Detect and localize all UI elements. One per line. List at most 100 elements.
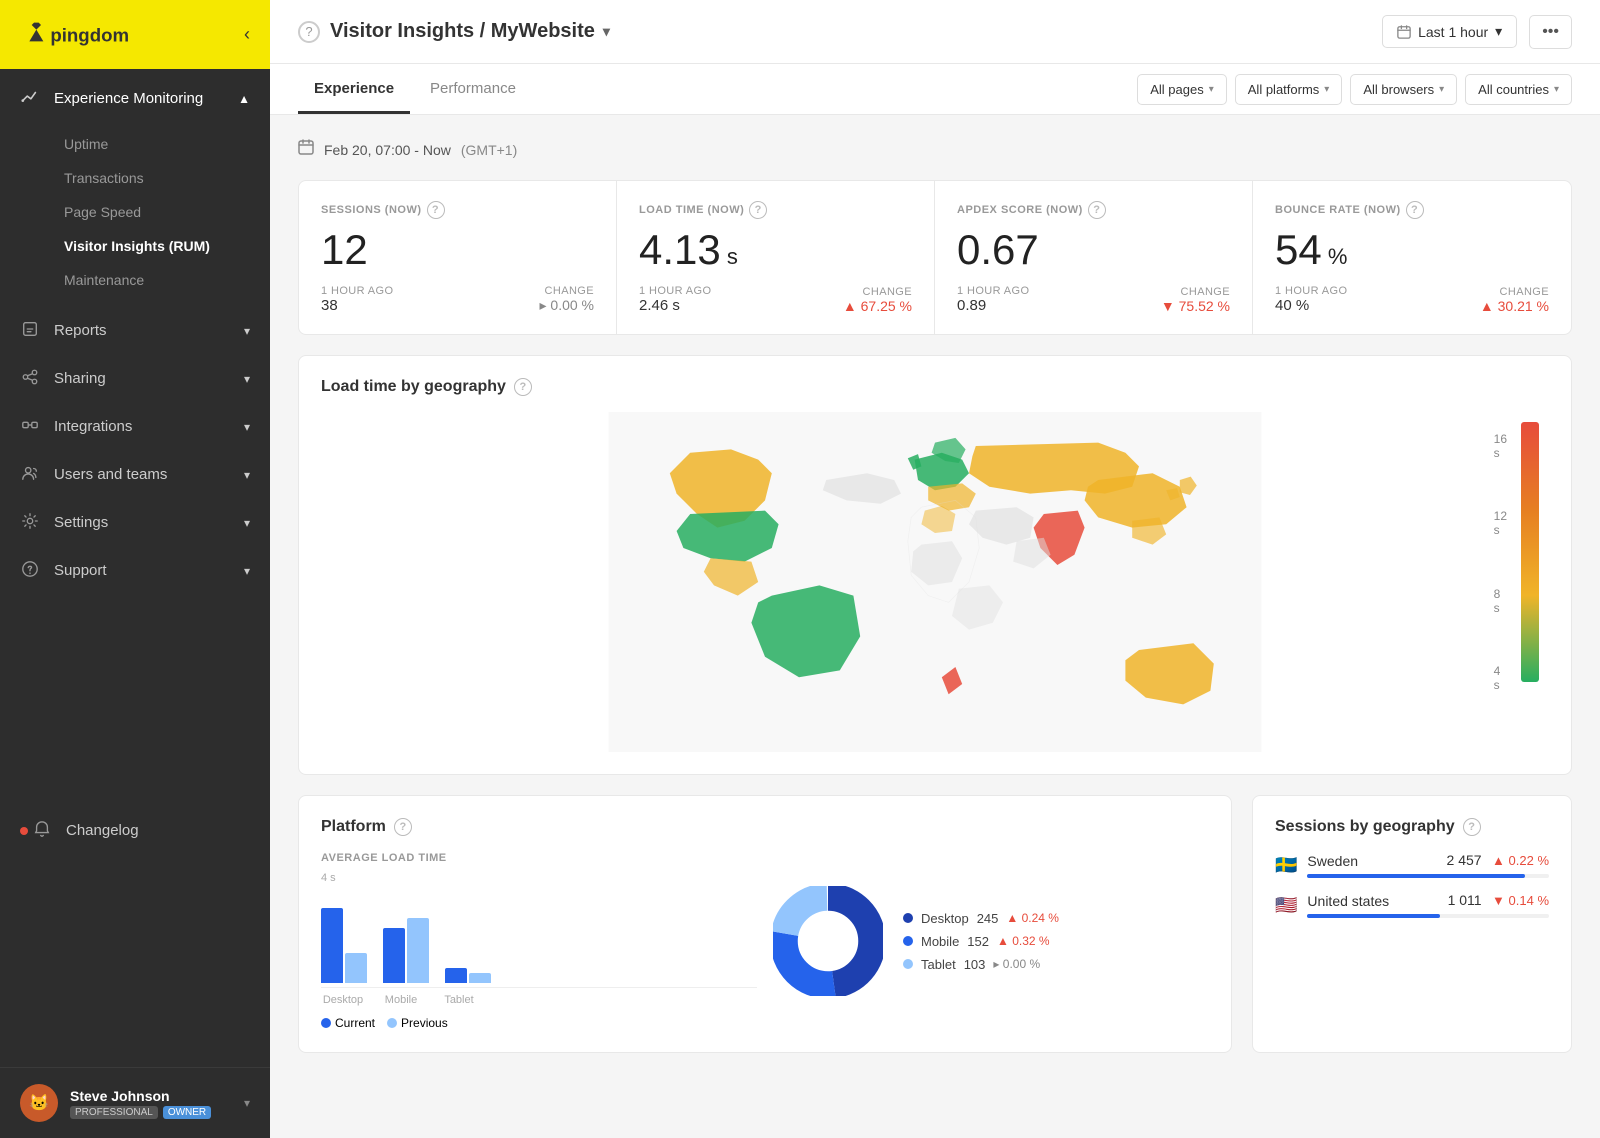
main-content: ? Visitor Insights / MyWebsite ▾ Last 1 …: [270, 0, 1600, 1138]
sessions-bar-usa: [1307, 914, 1549, 918]
bar-desktop-light: [345, 953, 367, 983]
pingdom-logo: pingdom: [20, 18, 160, 51]
pie-item-desktop: Desktop 245 ▲ 0.24 %: [903, 911, 1059, 926]
owner-badge: OWNER: [163, 1106, 211, 1119]
sidebar-item-users-teams[interactable]: Users and teams ▾: [0, 451, 270, 499]
help-icon[interactable]: ?: [298, 21, 320, 43]
sidebar-item-sharing[interactable]: Sharing ▾: [0, 355, 270, 403]
sidebar-item-uptime[interactable]: Uptime: [54, 127, 270, 161]
map-legend: 16 s 12 s 8 s 4 s: [1521, 422, 1539, 682]
more-options-button[interactable]: •••: [1529, 15, 1572, 49]
world-map-svg: [321, 412, 1549, 752]
pie-item-mobile: Mobile 152 ▲ 0.32 %: [903, 934, 1059, 949]
metric-change-sessions: ▸ 0.00 %: [539, 297, 594, 314]
sidebar-item-label: Integrations: [54, 418, 244, 435]
metric-info-icon[interactable]: ?: [1088, 201, 1106, 219]
metric-change-load-time: ▲ 67.25 %: [843, 298, 912, 314]
top-bar-left: ? Visitor Insights / MyWebsite ▾: [298, 20, 610, 43]
legend-dot-current: [321, 1018, 331, 1028]
sessions-count-sweden: 2 457: [1447, 852, 1482, 868]
pie-legend: Desktop 245 ▲ 0.24 % Mobile 152 ▲ 0.32 %: [903, 911, 1059, 972]
sidebar-item-label: Reports: [54, 322, 244, 339]
main-scrollable: Feb 20, 07:00 - Now (GMT+1) SESSIONS (NO…: [270, 115, 1600, 1138]
pie-dot-tablet: [903, 959, 913, 969]
sidebar-item-transactions[interactable]: Transactions: [54, 161, 270, 195]
bar-group-tablet: [445, 968, 491, 983]
platform-charts: AVERAGE LOAD TIME 4 s: [321, 852, 1209, 1030]
user-menu-arrow[interactable]: ▾: [244, 1096, 250, 1110]
metric-info-icon[interactable]: ?: [749, 201, 767, 219]
bar-group-mobile: [383, 918, 429, 983]
chevron-down-icon: ▾: [244, 468, 250, 482]
metric-value-apdex: 0.67: [957, 229, 1230, 271]
time-picker-label: Last 1 hour: [1418, 24, 1488, 40]
pie-change-desktop: ▲ 0.24 %: [1006, 911, 1059, 925]
metric-value-sessions: 12: [321, 229, 594, 271]
support-icon: [20, 560, 40, 582]
tab-experience[interactable]: Experience: [298, 64, 410, 114]
bar-chart: [321, 888, 757, 988]
pie-label-tablet: Tablet: [921, 957, 956, 972]
sidebar-item-visitor-insights[interactable]: Visitor Insights (RUM): [54, 229, 270, 263]
experience-monitoring-section: Experience Monitoring ▲ Uptime Transacti…: [0, 69, 270, 307]
pie-dot-desktop: [903, 913, 913, 923]
metric-card-sessions: SESSIONS (NOW) ? 12 1 HOUR AGO 38 CHANGE…: [299, 181, 617, 334]
pie-chart-svg: [773, 886, 883, 996]
pie-val-tablet: 103: [964, 957, 986, 972]
user-role: PROFESSIONAL OWNER: [70, 1106, 211, 1119]
sidebar-collapse-button[interactable]: ‹: [244, 24, 250, 45]
sessions-change-sweden: ▲ 0.22 %: [1492, 853, 1549, 868]
platform-info-icon[interactable]: ?: [394, 818, 412, 836]
platform-card: Platform ? AVERAGE LOAD TIME 4 s: [298, 795, 1232, 1053]
sidebar-item-changelog[interactable]: Changelog: [0, 807, 270, 855]
bar-group-desktop: [321, 908, 367, 983]
metric-cards: SESSIONS (NOW) ? 12 1 HOUR AGO 38 CHANGE…: [298, 180, 1572, 335]
flag-usa: 🇺🇸: [1275, 895, 1297, 916]
integrations-icon: [20, 416, 40, 438]
filter-all-platforms[interactable]: All platforms ▾: [1235, 74, 1343, 105]
filter-all-pages[interactable]: All pages ▾: [1137, 74, 1227, 105]
filter-all-countries[interactable]: All countries ▾: [1465, 74, 1572, 105]
sessions-country-sweden: Sweden: [1307, 853, 1446, 869]
sidebar-item-label: Settings: [54, 514, 244, 531]
sidebar-item-maintenance[interactable]: Maintenance: [54, 263, 270, 297]
sidebar-item-reports[interactable]: Reports ▾: [0, 307, 270, 355]
sessions-list: 🇸🇪 Sweden 2 457 ▲ 0.22 %: [1275, 852, 1549, 918]
svg-text:pingdom: pingdom: [50, 24, 129, 45]
tab-performance[interactable]: Performance: [414, 64, 532, 114]
pie-item-tablet: Tablet 103 ▸ 0.00 %: [903, 957, 1059, 972]
time-picker-button[interactable]: Last 1 hour ▾: [1382, 15, 1517, 48]
sessions-count-usa: 1 011: [1448, 892, 1482, 908]
tab-bar: Experience Performance All pages ▾ All p…: [270, 64, 1600, 115]
sessions-item-sweden: 🇸🇪 Sweden 2 457 ▲ 0.22 %: [1275, 852, 1549, 878]
sidebar: pingdom ‹ Experience Monitoring ▲ Uptime…: [0, 0, 270, 1138]
metric-footer-bounce-rate: 1 HOUR AGO 40 % CHANGE ▲ 30.21 %: [1275, 285, 1549, 314]
pro-badge: PROFESSIONAL: [70, 1106, 158, 1119]
filter-all-browsers[interactable]: All browsers ▾: [1350, 74, 1457, 105]
platform-title: Platform ?: [321, 818, 1209, 836]
page-title-dropdown[interactable]: ▾: [603, 23, 610, 40]
metric-value-load-time: 4.13 s: [639, 229, 912, 271]
bar-legend: Current Previous: [321, 1016, 757, 1030]
sidebar-item-experience-monitoring[interactable]: Experience Monitoring ▲: [0, 75, 270, 123]
sidebar-item-integrations[interactable]: Integrations ▾: [0, 403, 270, 451]
reports-icon: [20, 320, 40, 342]
metric-card-bounce-rate: BOUNCE RATE (NOW) ? 54 % 1 HOUR AGO 40 %…: [1253, 181, 1571, 334]
sessions-info-icon[interactable]: ?: [1463, 818, 1481, 836]
sidebar-item-settings[interactable]: Settings ▾: [0, 499, 270, 547]
bell-icon: [32, 820, 52, 842]
metric-info-icon[interactable]: ?: [427, 201, 445, 219]
sidebar-item-page-speed[interactable]: Page Speed: [54, 195, 270, 229]
user-profile[interactable]: 🐱 Steve Johnson PROFESSIONAL OWNER: [20, 1084, 211, 1122]
world-map-container: 16 s 12 s 8 s 4 s: [321, 412, 1549, 752]
chevron-down-icon: ▾: [1554, 84, 1559, 95]
chevron-down-icon: ▾: [1324, 84, 1329, 95]
sidebar-item-label: Support: [54, 562, 244, 579]
metric-info-icon[interactable]: ?: [1406, 201, 1424, 219]
tab-filters: All pages ▾ All platforms ▾ All browsers…: [1137, 74, 1572, 105]
map-info-icon[interactable]: ?: [514, 378, 532, 396]
sidebar-item-label: Experience Monitoring: [54, 90, 238, 107]
legend-labels: 16 s 12 s 8 s 4 s: [1494, 432, 1507, 692]
pie-val-mobile: 152: [967, 934, 989, 949]
sidebar-item-support[interactable]: Support ▾: [0, 547, 270, 595]
